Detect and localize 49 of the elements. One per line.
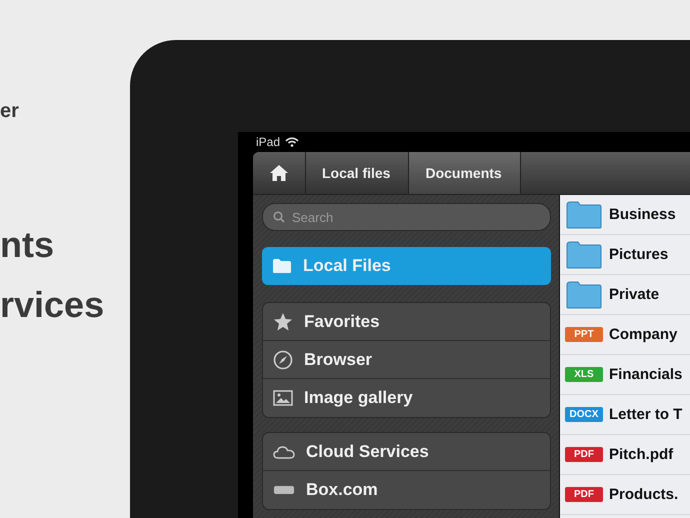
file-name: Pitch.pdf (609, 446, 674, 463)
file-name: Products. (609, 486, 678, 503)
star-icon (273, 312, 293, 332)
search-field[interactable]: Search (262, 203, 551, 231)
folder-icon (272, 258, 292, 274)
breadcrumb-button[interactable]: Documents (409, 152, 521, 194)
cloud-icon (273, 444, 295, 458)
sidebar-label: Favorites (304, 312, 380, 332)
sidebar-label: Image gallery (304, 388, 413, 408)
sidebar-item[interactable]: Cloud Services (263, 433, 550, 471)
file-row[interactable]: XLS Financials (560, 355, 690, 395)
file-type-badge: PDF (565, 487, 603, 502)
promo-heading: nts (0, 223, 55, 267)
sidebar-label: Box.com (306, 480, 378, 500)
file-row[interactable]: PDF Pitch.pdf (560, 435, 690, 475)
sidebar-item[interactable]: Box.com (263, 471, 550, 509)
file-name: Private (609, 286, 660, 303)
image-icon (273, 390, 293, 406)
wifi-icon (285, 137, 300, 147)
promo-heading: er (0, 100, 20, 123)
file-type-badge: XLS (565, 367, 603, 382)
file-name: Company (609, 326, 678, 343)
file-row[interactable]: Business (560, 195, 690, 235)
sidebar-item[interactable]: Image gallery (263, 379, 550, 417)
promo-heading: rvices (0, 283, 106, 327)
sidebar-item[interactable]: Favorites (263, 303, 550, 341)
file-type-badge: PDF (565, 447, 603, 462)
file-name: Business (609, 206, 676, 223)
file-row[interactable]: Pictures (560, 235, 690, 275)
sidebar-label: Cloud Services (306, 442, 429, 462)
device-name: iPad (256, 135, 280, 149)
file-row[interactable]: DOCX Letter to T (560, 395, 690, 435)
folder-icon (565, 280, 603, 310)
sidebar-label: Local Files (303, 256, 391, 276)
file-row[interactable]: Private (560, 275, 690, 315)
search-icon (273, 211, 285, 223)
file-name: Financials (609, 366, 682, 383)
file-name: Letter to T (609, 406, 682, 423)
file-row[interactable]: PDF Products. (560, 475, 690, 515)
sidebar-label: Browser (304, 350, 372, 370)
file-name: Pictures (609, 246, 668, 263)
compass-icon (273, 350, 293, 370)
sidebar-item[interactable]: Browser (263, 341, 550, 379)
folder-icon (565, 240, 603, 270)
file-row[interactable]: PPT Company (560, 315, 690, 355)
file-type-badge: PPT (565, 327, 603, 342)
folder-icon (565, 200, 603, 230)
file-type-badge: DOCX (565, 407, 603, 422)
home-icon (269, 164, 289, 182)
